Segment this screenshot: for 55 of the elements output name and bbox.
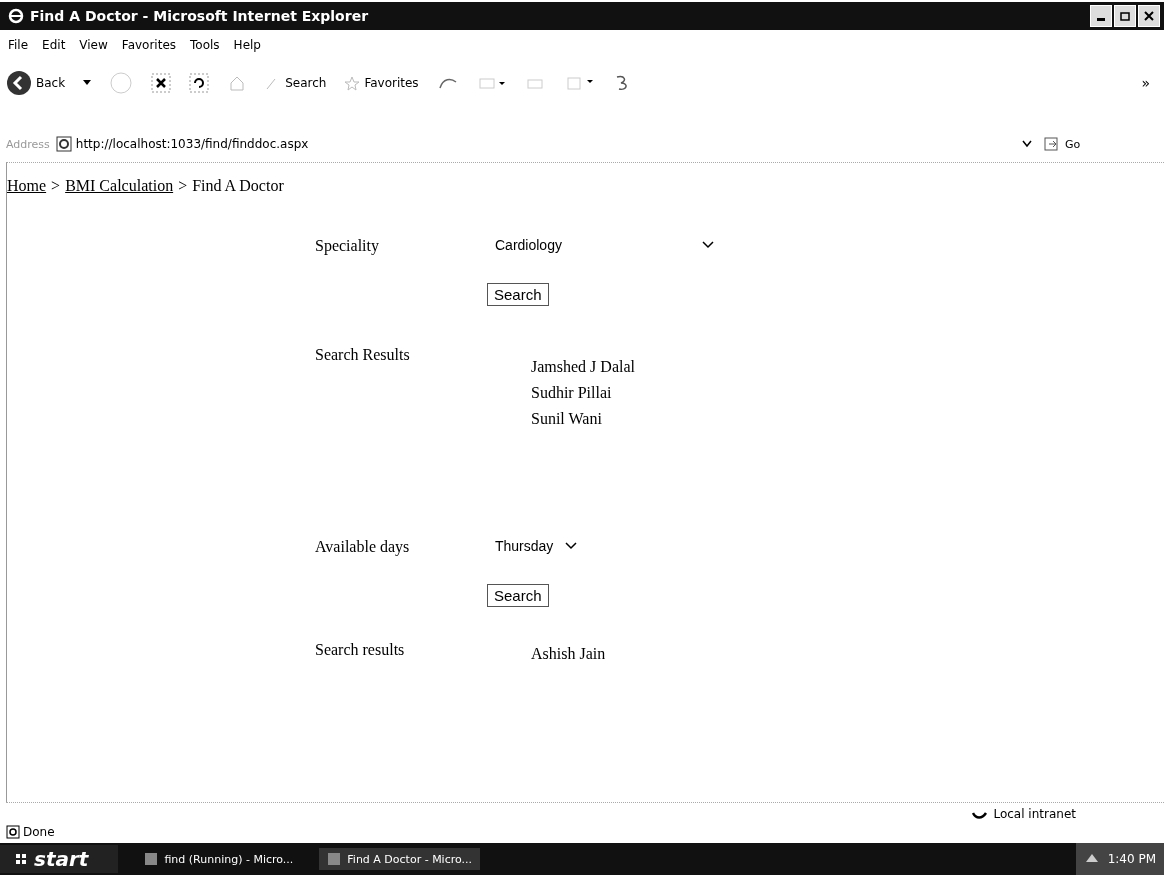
field-label: Speciality — [315, 237, 380, 255]
dropdown[interactable]: Cardiology — [495, 237, 714, 253]
results-label: Search Results — [315, 346, 411, 364]
search-button[interactable]: Search — [265, 75, 327, 91]
status-text: Done — [23, 825, 55, 839]
address-label: Address — [6, 137, 50, 151]
field-label: Available days — [315, 538, 411, 556]
result-item: Ashish Jain — [531, 645, 606, 663]
result-item: Sunil Wani — [531, 410, 603, 428]
menu-item[interactable]: Tools — [190, 38, 220, 52]
windows-logo-icon — [14, 852, 28, 866]
address-field[interactable]: http://localhost:1033/find/finddoc.aspx — [53, 134, 1034, 154]
dropdown-arrow-icon[interactable] — [83, 80, 92, 86]
menu-item[interactable]: Help — [233, 38, 261, 52]
star-icon — [344, 75, 361, 91]
close-icon — [1143, 10, 1155, 22]
breadcrumb-link[interactable]: BMI Calculation — [65, 177, 174, 195]
menu-item[interactable]: Edit — [42, 38, 66, 52]
stop-icon[interactable] — [151, 73, 172, 93]
go-button[interactable]: Go — [1038, 135, 1158, 153]
menu-item[interactable]: View — [79, 38, 108, 52]
dropdown[interactable]: Thursday — [495, 538, 578, 554]
results-label: Search results — [315, 641, 406, 659]
breadcrumb-separator: > — [51, 177, 61, 195]
breadcrumb-current: Find A Doctor — [192, 177, 284, 195]
close-button[interactable] — [1138, 5, 1160, 27]
edit-icon[interactable] — [564, 74, 595, 92]
minimize-icon — [1097, 17, 1105, 21]
menu-item[interactable]: Favorites — [121, 38, 177, 52]
zone-text: Local intranet — [993, 807, 1076, 821]
result-item: Jamshed J Dalal — [531, 358, 635, 376]
more-button[interactable]: » — [1141, 75, 1150, 91]
browser-icon — [8, 8, 24, 24]
breadcrumb-separator: > — [178, 177, 188, 195]
chevron-down-icon — [701, 241, 714, 249]
back-button[interactable]: Back — [6, 70, 66, 96]
search-button[interactable]: Search — [487, 584, 549, 607]
window-title: Find A Doctor - Microsoft Internet Explorer — [30, 8, 369, 24]
chevron-down-icon — [565, 542, 578, 550]
window-icon — [144, 852, 159, 866]
result-item: Sudhir Pillai — [531, 384, 613, 402]
start-button[interactable]: start — [0, 845, 119, 873]
window-icon — [327, 852, 342, 866]
breadcrumb-link[interactable]: Home — [7, 177, 47, 195]
favorites-button[interactable]: Favorites — [344, 75, 419, 91]
refresh-icon[interactable] — [189, 73, 210, 93]
taskbar-button[interactable]: Find A Doctor - Micro... — [319, 848, 481, 870]
menu-item[interactable]: File — [8, 38, 29, 52]
page-icon — [6, 825, 20, 839]
minimize-button[interactable] — [1090, 5, 1112, 27]
maximize-button[interactable] — [1114, 5, 1136, 27]
search-button[interactable]: Search — [487, 283, 549, 306]
maximize-icon — [1119, 10, 1131, 22]
clock: 1:40 PM — [1107, 852, 1156, 866]
page-icon — [55, 136, 72, 152]
